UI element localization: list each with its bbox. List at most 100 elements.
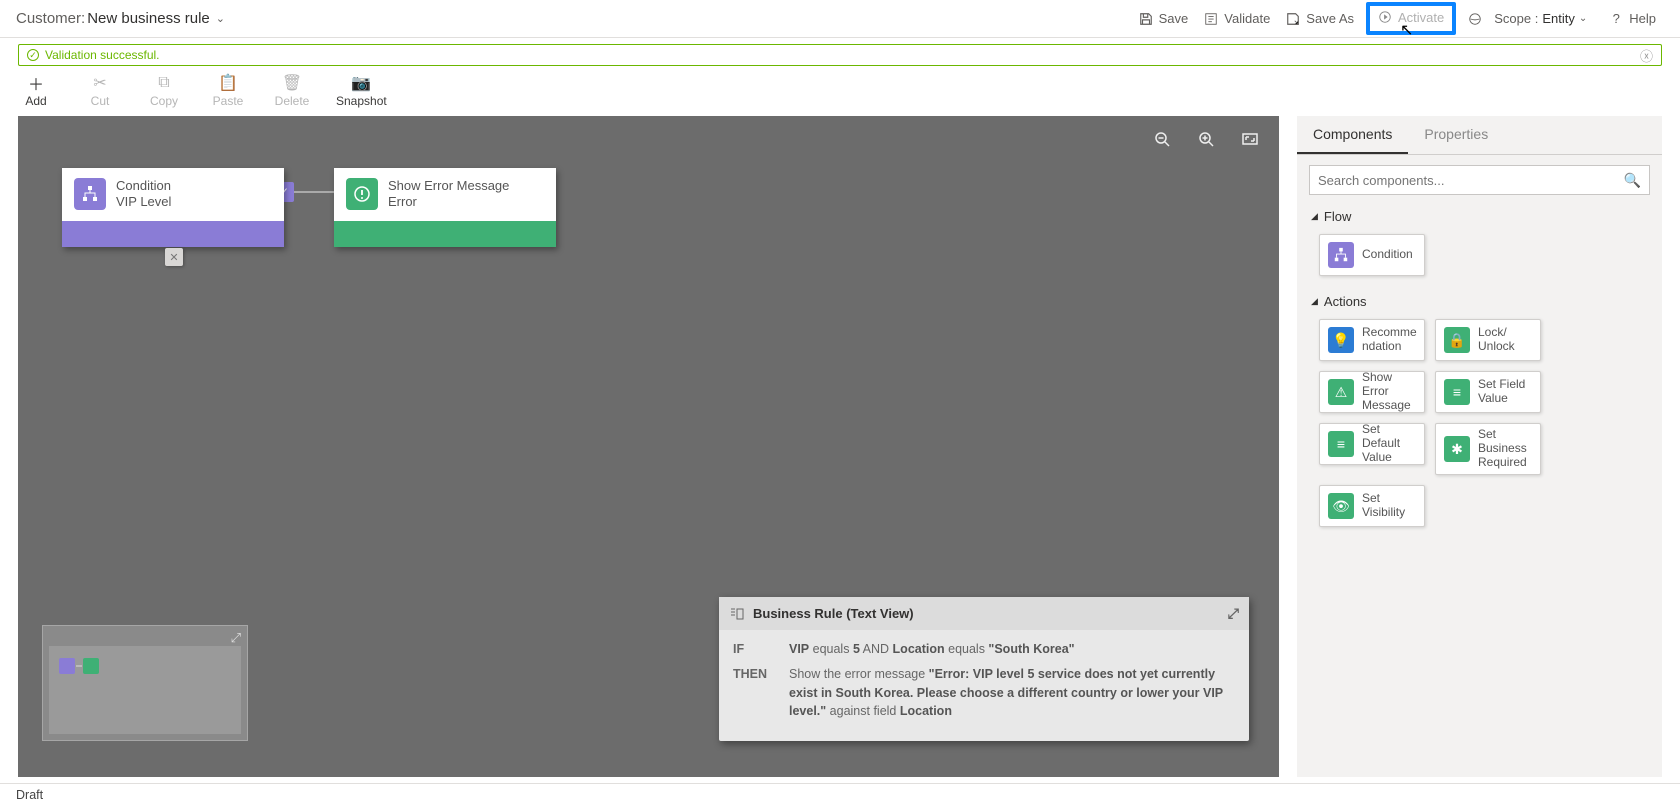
status-bar: Draft (0, 783, 1680, 805)
collapse-icon: ◢ (1311, 296, 1318, 307)
text-view-icon (729, 606, 745, 622)
condition-component-icon (1328, 242, 1354, 268)
fit-to-screen-button[interactable] (1239, 128, 1261, 150)
node-branch-close-icon[interactable]: ✕ (165, 248, 183, 266)
tab-components[interactable]: Components (1297, 116, 1408, 154)
component-set-field-value[interactable]: ≡ Set Field Value (1435, 371, 1541, 413)
scope-button[interactable]: Scope : Entity ⌄ (1460, 7, 1601, 30)
condition-node-title: Condition (116, 178, 171, 194)
cut-button[interactable]: ✂ Cut (80, 74, 120, 108)
default-icon: ≡ (1328, 431, 1354, 457)
canvas-controls (1151, 128, 1261, 150)
minimap-expand-icon[interactable]: ⤢ (231, 630, 241, 646)
component-set-visibility[interactable]: 👁 Set Visibility (1319, 485, 1425, 527)
snapshot-button[interactable]: 📷 Snapshot (336, 74, 387, 108)
cut-icon: ✂ (91, 74, 109, 92)
save-button[interactable]: Save (1131, 7, 1197, 30)
section-actions[interactable]: ◢ Actions (1297, 290, 1662, 315)
side-tabs: Components Properties (1297, 116, 1662, 155)
condition-node[interactable]: Condition VIP Level (62, 168, 284, 247)
action-node-bar (334, 221, 556, 247)
activate-icon (1378, 10, 1392, 24)
edit-toolbar: ＋ Add ✂ Cut ⧉ Copy 📋 Paste 🗑 Delete 📷 Sn… (0, 70, 1680, 116)
text-view-expand-icon[interactable]: ⤢ (1228, 605, 1239, 622)
if-keyword: IF (733, 640, 773, 659)
save-as-label: Save As (1306, 11, 1354, 26)
close-validation-icon[interactable]: ⓧ (1640, 46, 1653, 65)
condition-node-subtitle: VIP Level (116, 194, 171, 210)
lock-icon: 🔒 (1444, 327, 1470, 353)
validate-button[interactable]: Validate (1196, 7, 1278, 30)
title-prefix: Customer: (16, 10, 85, 27)
action-node-subtitle: Error (388, 194, 509, 210)
camera-icon: 📷 (352, 74, 370, 92)
canvas[interactable]: ✓ Condition VIP Level ✕ (18, 116, 1279, 777)
error-icon: ⚠ (1328, 379, 1354, 405)
condition-node-icon (74, 178, 106, 210)
app-header: Customer: New business rule ⌄ Save Valid… (0, 0, 1680, 38)
minimap[interactable]: ⤢ (42, 625, 248, 741)
help-icon: ? (1609, 12, 1623, 26)
paste-button[interactable]: 📋 Paste (208, 74, 248, 108)
minimap-condition-node (59, 658, 75, 674)
component-lock-unlock[interactable]: 🔒 Lock/ Unlock (1435, 319, 1541, 361)
section-flow[interactable]: ◢ Flow (1297, 205, 1662, 230)
minimap-connector (76, 665, 82, 667)
zoom-in-button[interactable] (1195, 128, 1217, 150)
copy-button[interactable]: ⧉ Copy (144, 74, 184, 108)
zoom-out-button[interactable] (1151, 128, 1173, 150)
action-node[interactable]: Show Error Message Error (334, 168, 556, 247)
component-show-error[interactable]: ⚠ Show Error Message (1319, 371, 1425, 413)
then-clause: Show the error message "Error: VIP level… (789, 665, 1235, 721)
action-node-title: Show Error Message (388, 178, 509, 194)
search-icon: 🔍 (1624, 172, 1641, 189)
lightbulb-icon: 💡 (1328, 327, 1354, 353)
if-clause: VIP equals 5 AND Location equals "South … (789, 640, 1235, 659)
component-set-business-required[interactable]: ✱ Set Business Required (1435, 423, 1541, 475)
action-node-icon (346, 178, 378, 210)
title-name: New business rule (87, 10, 210, 27)
help-label: Help (1629, 11, 1656, 26)
save-label: Save (1159, 11, 1189, 26)
required-icon: ✱ (1444, 436, 1470, 462)
eye-icon: 👁 (1328, 493, 1354, 519)
scope-value: Entity (1542, 11, 1575, 26)
then-keyword: THEN (733, 665, 773, 721)
save-as-icon (1286, 12, 1300, 26)
activate-button[interactable]: Activate (1376, 8, 1446, 27)
validation-message: Validation successful. (45, 48, 160, 62)
condition-node-bar (62, 221, 284, 247)
side-panel: Components Properties 🔍 ◢ Flow Condition… (1297, 116, 1662, 777)
collapse-icon: ◢ (1311, 211, 1318, 222)
paste-icon: 📋 (219, 74, 237, 92)
add-button[interactable]: ＋ Add (16, 74, 56, 108)
save-as-button[interactable]: Save As (1278, 7, 1362, 30)
workspace: ✓ Condition VIP Level ✕ (0, 116, 1680, 777)
component-condition[interactable]: Condition (1319, 234, 1425, 276)
copy-icon: ⧉ (155, 74, 173, 92)
tab-properties[interactable]: Properties (1408, 116, 1504, 154)
status-text: Draft (16, 788, 43, 802)
check-icon: ✓ (27, 49, 39, 61)
component-recommendation[interactable]: 💡 Recomme ndation (1319, 319, 1425, 361)
scope-label: Scope : (1494, 11, 1538, 26)
validate-label: Validate (1224, 11, 1270, 26)
component-set-default-value[interactable]: ≡ Set Default Value (1319, 423, 1425, 465)
scope-icon (1468, 12, 1482, 26)
minimap-viewport (49, 646, 241, 734)
search-components-input[interactable] (1318, 173, 1624, 188)
trash-icon: 🗑 (283, 74, 301, 92)
minimap-action-node (83, 658, 99, 674)
search-components-box[interactable]: 🔍 (1309, 165, 1650, 195)
text-view-title: Business Rule (Text View) (753, 606, 914, 621)
text-view-panel: Business Rule (Text View) ⤢ IF VIP equal… (719, 597, 1249, 741)
title-chevron-icon[interactable]: ⌄ (216, 12, 225, 25)
delete-button[interactable]: 🗑 Delete (272, 74, 312, 108)
plus-icon: ＋ (27, 74, 45, 92)
help-button[interactable]: ? Help (1601, 7, 1664, 30)
validation-bar: ✓ Validation successful. ⓧ (18, 44, 1662, 66)
save-icon (1139, 12, 1153, 26)
field-icon: ≡ (1444, 379, 1470, 405)
activate-highlight: Activate ↖ (1366, 2, 1456, 36)
chevron-down-icon: ⌄ (1579, 13, 1587, 24)
